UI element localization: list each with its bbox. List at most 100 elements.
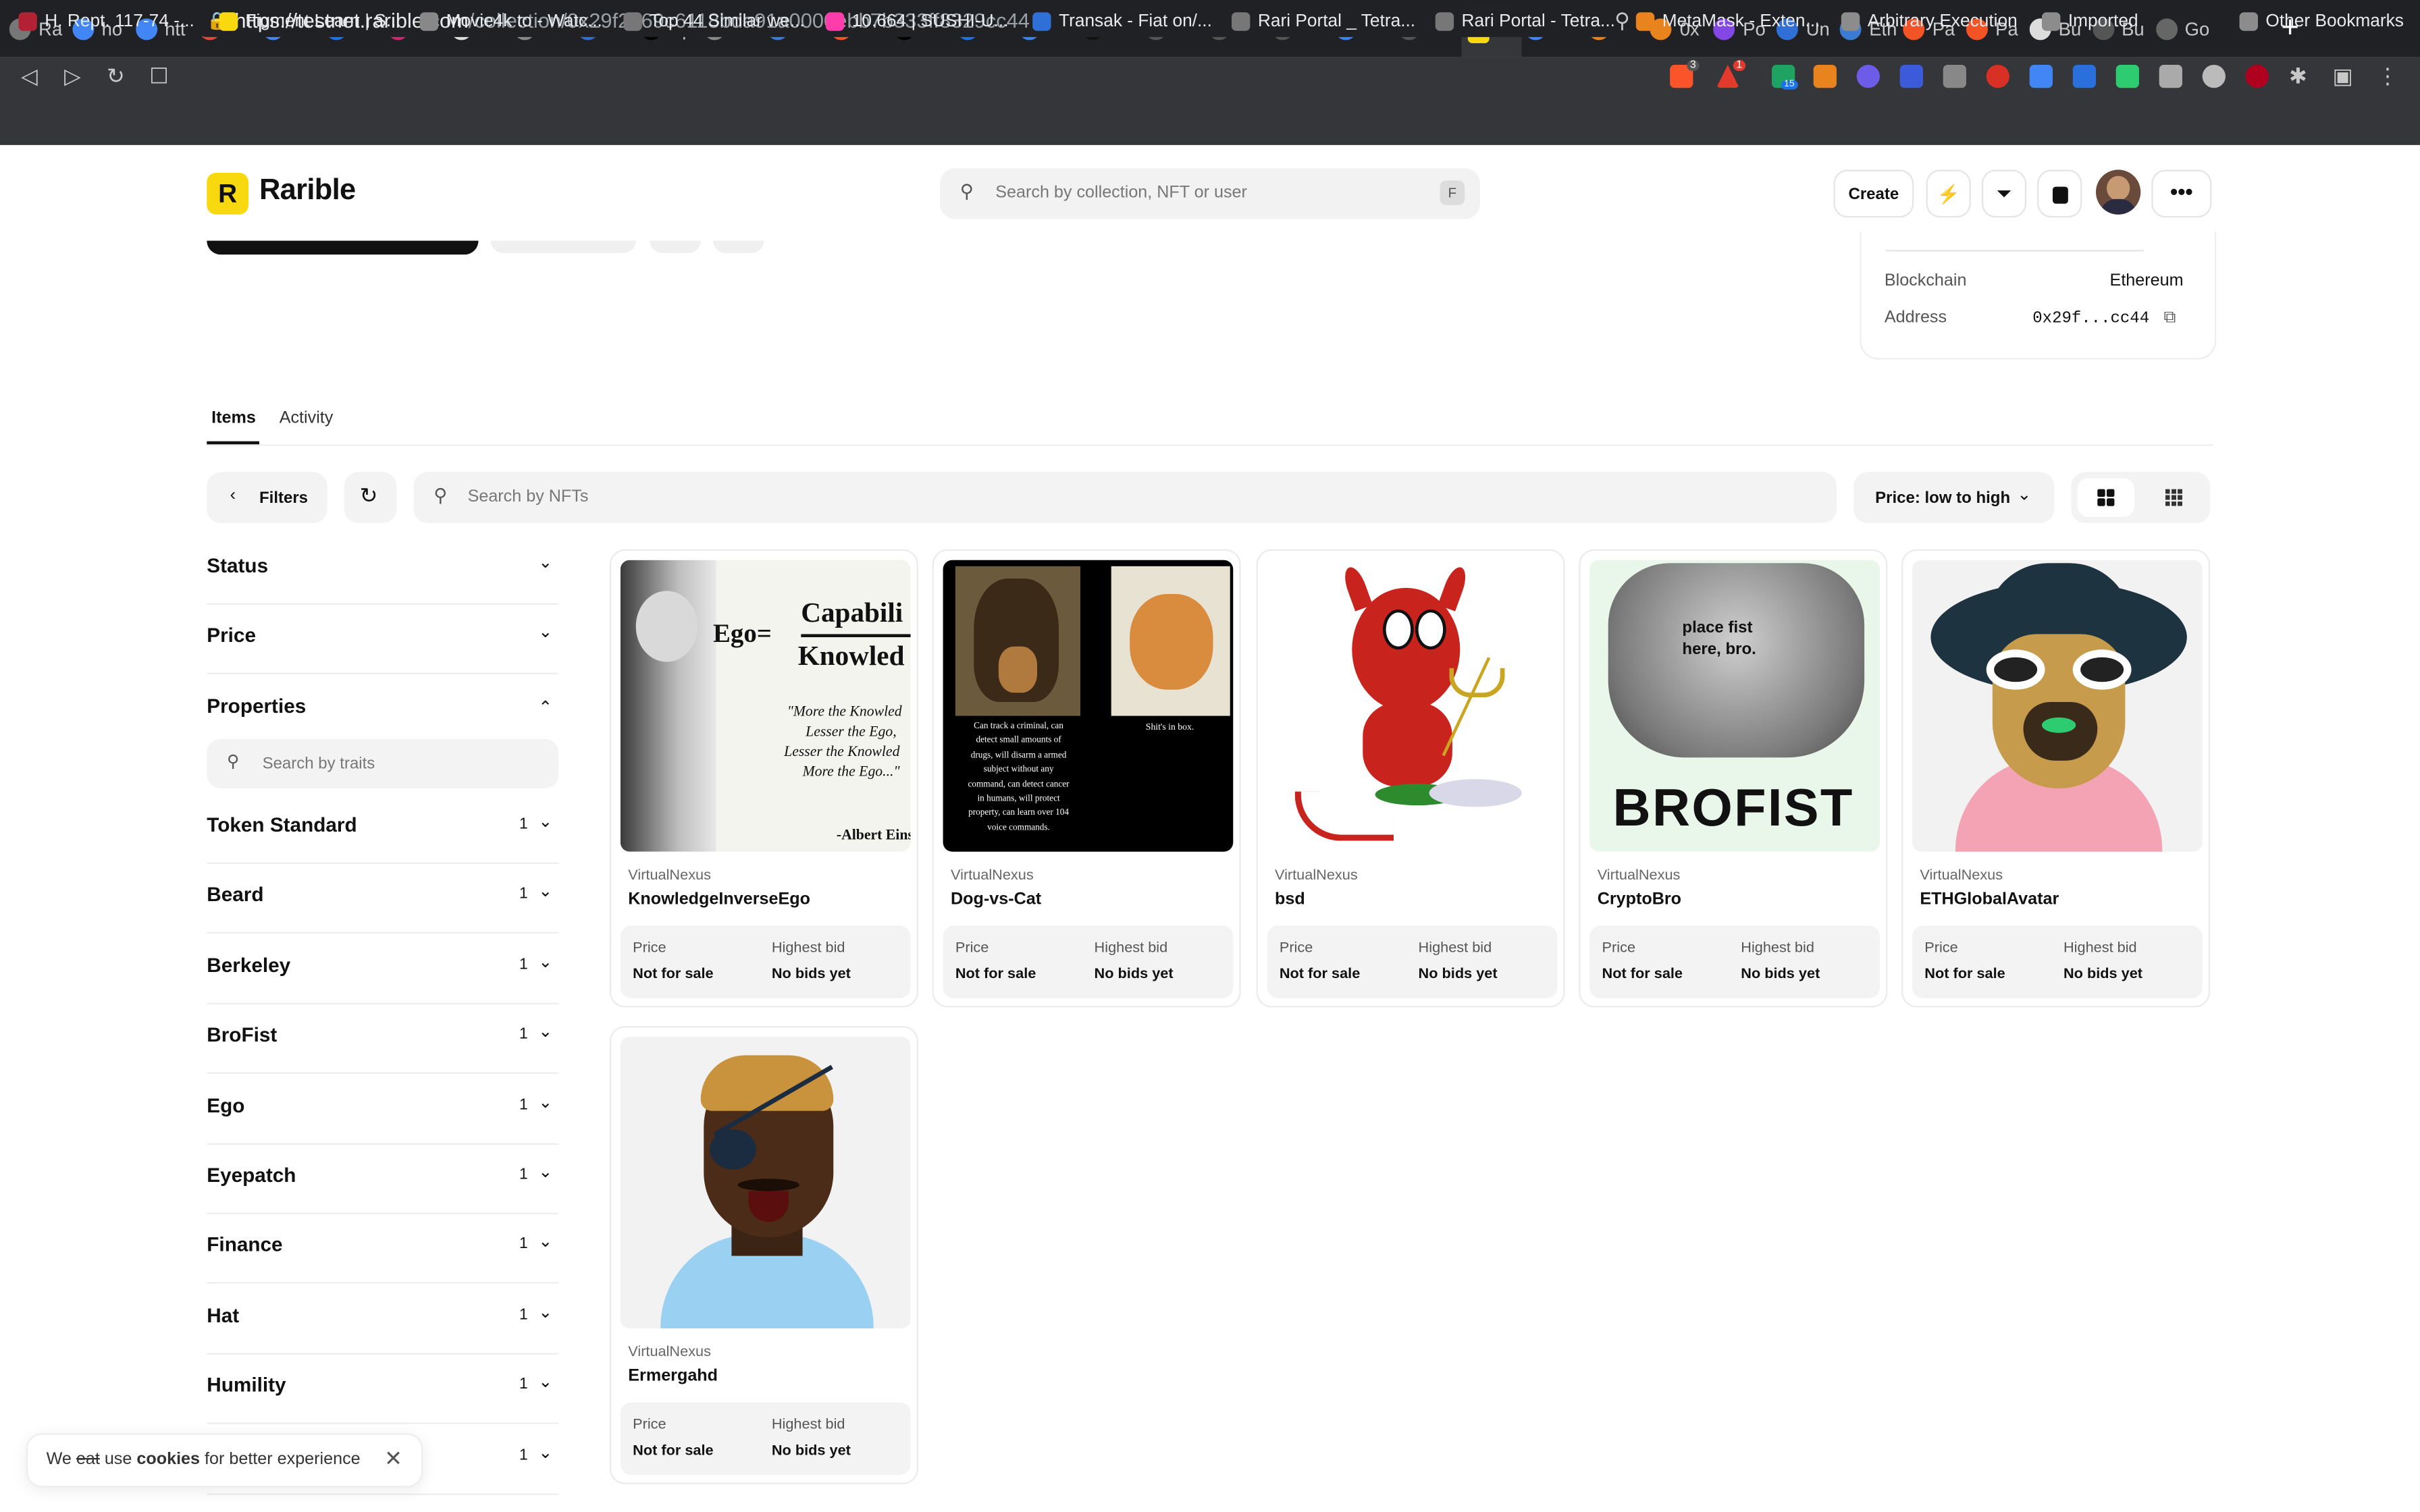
nft-title[interactable]: Ermergahd xyxy=(628,1367,718,1385)
create-button[interactable]: Create xyxy=(1833,169,1914,218)
blockchain-label: Blockchain xyxy=(1884,271,1967,290)
bookmark-item[interactable]: Rari Portal _ Tetra... xyxy=(1231,12,1415,31)
bookmark-item[interactable]: MetaMask - Exten... xyxy=(1635,12,1820,31)
nft-title[interactable]: Dog-vs-Cat xyxy=(951,890,1041,909)
nft-collection-name[interactable]: VirtualNexus xyxy=(628,1344,711,1361)
reload-icon[interactable]: ↻ xyxy=(102,61,130,89)
global-search-input[interactable]: ⚲ Search by collection, NFT or user F xyxy=(939,168,1480,219)
extension-icon[interactable] xyxy=(1986,64,2009,88)
daemon-body xyxy=(1363,701,1452,787)
more-options-icon[interactable]: ••• xyxy=(2151,169,2212,218)
extension-icon[interactable] xyxy=(2072,64,2096,88)
grid-large-icon[interactable] xyxy=(2077,478,2135,517)
hidden-primary-button[interactable] xyxy=(207,240,479,255)
nft-card[interactable]: Can track a criminal, can detect small a… xyxy=(932,549,1241,1008)
copy-icon[interactable]: ⧉ xyxy=(2164,308,2181,327)
bookmark-item[interactable]: Imported xyxy=(2041,12,2138,31)
bookmark-item[interactable]: Arbitrary Execution xyxy=(1841,12,2018,31)
hidden-icon-button[interactable] xyxy=(712,240,764,253)
brand-name[interactable]: Rarible xyxy=(259,174,356,208)
nft-collection-name[interactable]: VirtualNexus xyxy=(1275,867,1358,884)
translate-icon[interactable] xyxy=(2029,64,2053,88)
hidden-button[interactable] xyxy=(490,240,636,253)
bookmark-item[interactable]: 10.664 | SUSHI-U... xyxy=(825,12,1009,31)
status-filter[interactable]: Status ⌄ xyxy=(207,534,559,605)
trait-filter[interactable]: Finance 1 ⌄ xyxy=(207,1213,559,1285)
bookmark-item[interactable]: Figment Learn | S... xyxy=(219,12,401,31)
nft-title[interactable]: bsd xyxy=(1275,890,1305,909)
lightning-icon[interactable]: ⚡ xyxy=(1926,169,1971,218)
filters-button[interactable]: ‹ Filters xyxy=(207,472,327,523)
bookmark-icon[interactable]: ☐ xyxy=(145,61,173,89)
trait-filter[interactable]: Berkeley 1 ⌄ xyxy=(207,933,559,1004)
ublock-icon[interactable] xyxy=(2245,64,2269,88)
nft-card[interactable]: VirtualNexus Ermergahd Price Not for sale Hi… xyxy=(609,1025,918,1484)
close-icon[interactable]: ✕ xyxy=(384,1446,402,1472)
nft-card[interactable]: Ego= Capabili Knowled "More the Knowled Less… xyxy=(609,549,918,1008)
nft-card[interactable]: VirtualNexus ETHGlobalAvatar Price Not for … xyxy=(1901,549,2211,1008)
nft-title[interactable]: KnowledgeInverseEgo xyxy=(628,890,810,909)
menu-icon[interactable]: ⋮ xyxy=(2373,61,2401,89)
nft-image[interactable] xyxy=(620,1036,911,1328)
nft-image[interactable]: place fist here, bro. BROFIST xyxy=(1589,560,1880,852)
extension-icon[interactable] xyxy=(2202,64,2226,88)
nft-card[interactable]: place fist here, bro. BROFIST VirtualNexus C… xyxy=(1579,549,1888,1008)
nft-image[interactable]: Ego= Capabili Knowled "More the Knowled Less… xyxy=(620,560,911,852)
bookmark-favicon-icon xyxy=(419,12,439,31)
bookmark-favicon-icon xyxy=(825,12,845,31)
price-filter[interactable]: Price ⌄ xyxy=(207,603,559,674)
extension-icon[interactable] xyxy=(1899,64,1923,88)
trait-filter[interactable]: Humility 1 ⌄ xyxy=(207,1353,559,1425)
tab-activity[interactable]: Activity xyxy=(280,409,334,427)
metamask-icon[interactable] xyxy=(1813,64,1837,88)
bookmark-label: Top 44 Similar we... xyxy=(650,12,805,31)
filter-funnel-icon[interactable]: ⏷ xyxy=(1981,169,2027,218)
bookmark-item[interactable]: Rari Portal - Tetra... xyxy=(1435,12,1615,31)
rarible-logo-icon[interactable]: R xyxy=(207,172,248,215)
extension-icon[interactable] xyxy=(1943,64,1966,88)
refresh-button[interactable]: ↻ xyxy=(344,472,397,523)
trait-filter[interactable]: BroFist 1 ⌄ xyxy=(207,1003,559,1075)
trait-filter[interactable]: Beard 1 ⌄ xyxy=(207,863,559,934)
nft-card[interactable]: VirtualNexus bsd Price Not for sale Highest … xyxy=(1256,549,1565,1008)
extension-icon[interactable] xyxy=(2115,64,2139,88)
nft-title[interactable]: CryptoBro xyxy=(1598,890,1681,909)
nft-collection-name[interactable]: VirtualNexus xyxy=(1920,867,2003,884)
bookmark-item[interactable]: Other Bookmarks xyxy=(2239,12,2404,31)
nft-image[interactable]: Can track a criminal, can detect small a… xyxy=(943,560,1234,852)
grid-small-icon[interactable] xyxy=(2145,479,2203,517)
trait-count: 1 xyxy=(519,1096,528,1114)
tab-items[interactable]: Items xyxy=(211,409,256,427)
puzzle-icon[interactable]: ✱ xyxy=(2284,61,2312,89)
nft-collection-name[interactable]: VirtualNexus xyxy=(951,867,1034,884)
nft-search-input[interactable]: ⚲ Search by NFTs xyxy=(413,472,1837,523)
bookmarks-bar xyxy=(0,97,2420,147)
traits-search-input[interactable]: ⚲ Search by traits xyxy=(207,738,559,788)
nft-collection-name[interactable]: VirtualNexus xyxy=(1598,867,1681,884)
avatar[interactable] xyxy=(2095,169,2141,215)
bookmark-item[interactable]: Top 44 Similar we... xyxy=(623,12,805,31)
bookmark-item[interactable]: H. Rept. 117-74 -... xyxy=(18,12,194,31)
trait-filter[interactable]: Ego 1 ⌄ xyxy=(207,1073,559,1145)
trait-filter[interactable]: Token Standard 1 ⌄ xyxy=(207,793,559,864)
hidden-icon-button[interactable] xyxy=(650,240,701,253)
nft-image[interactable] xyxy=(1267,560,1558,852)
nft-title[interactable]: ETHGlobalAvatar xyxy=(1920,890,2059,909)
nft-collection-name[interactable]: VirtualNexus xyxy=(628,867,711,884)
wallet-icon[interactable]: ▣ xyxy=(2329,61,2357,89)
extension-icon[interactable] xyxy=(2159,64,2182,88)
back-icon[interactable]: ◁ xyxy=(16,61,43,89)
zoom-icon[interactable]: ⚲ xyxy=(1614,6,1630,37)
trait-filter[interactable]: Eyepatch 1 ⌄ xyxy=(207,1143,559,1214)
forward-icon[interactable]: ▷ xyxy=(59,61,86,89)
browser-tab[interactable]: Go xyxy=(2155,9,2215,49)
sort-dropdown[interactable]: Price: low to high ⌄ xyxy=(1853,472,2055,523)
bookmark-item[interactable]: Transak - Fiat on/... xyxy=(1032,12,1212,31)
cart-icon[interactable] xyxy=(2037,169,2082,218)
price-value: Not for sale xyxy=(1602,965,1683,983)
trait-filter[interactable]: Hat 1 ⌄ xyxy=(207,1283,559,1355)
properties-filter[interactable]: Properties ⌃ xyxy=(207,674,558,744)
nft-image[interactable] xyxy=(1912,560,2203,852)
extension-icon[interactable] xyxy=(1856,64,1880,88)
bookmark-item[interactable]: Movie4k to - Watc... xyxy=(419,12,602,31)
